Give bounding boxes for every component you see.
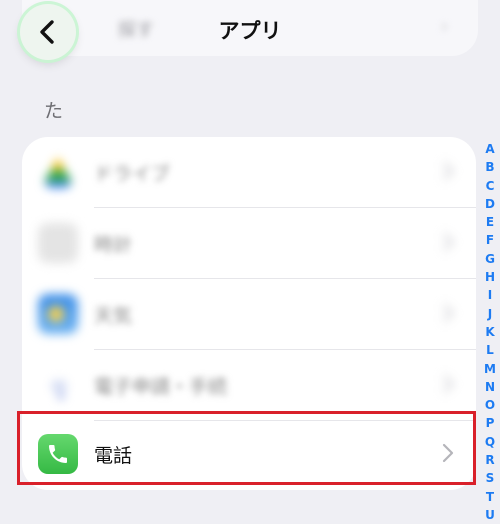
index-letter-a[interactable]: A [485,140,494,158]
index-letter-m[interactable]: M [484,360,496,378]
index-letter-k[interactable]: K [485,323,494,341]
chevron-right-icon [442,443,454,463]
list-item-drive[interactable]: ドライブ [22,137,476,207]
list-item-label: 時計 [94,234,133,256]
weather-icon [38,294,78,334]
index-letter-o[interactable]: O [485,396,495,414]
index-letter-s[interactable]: S [486,469,495,487]
list-item-label: 天気 [94,305,133,327]
drive-icon [38,152,78,192]
index-letter-b[interactable]: B [485,158,494,176]
chevron-right-icon [443,233,454,251]
index-letter-r[interactable]: R [485,451,494,469]
index-letter-i[interactable]: I [488,286,492,304]
list-item-weather[interactable]: 天気 [22,279,476,349]
page-title: アプリ [218,19,282,43]
index-letter-h[interactable]: H [485,268,495,286]
section-header: た [44,100,64,122]
index-letter-n[interactable]: N [485,378,495,396]
index-letter-t[interactable]: T [486,488,494,506]
phone-icon [38,434,78,474]
phone-handset-icon [49,445,67,463]
list-item-label: ドライブ [94,163,171,185]
list-item-label: 電話 [94,445,133,467]
index-letter-c[interactable]: C [486,177,495,195]
index-letter-l[interactable]: L [486,341,494,359]
index-letter-g[interactable]: G [485,250,495,268]
index-letter-q[interactable]: Q [485,433,495,451]
index-letter-d[interactable]: D [485,195,495,213]
section-index-bar[interactable]: A B C D E F G H I J K L M N O P Q R S T … [480,140,500,524]
index-letter-j[interactable]: J [488,305,492,323]
clock-icon [38,223,78,263]
list-item-form[interactable]: 電子申請・手続 [22,350,476,420]
chevron-right-icon [443,375,454,393]
form-icon [38,365,78,405]
app-list: ドライブ 時計 天気 電子申請・手続 電話 [22,137,476,490]
list-item-phone[interactable]: 電話 [22,419,476,489]
index-letter-e[interactable]: E [486,213,494,231]
index-letter-u[interactable]: U [485,506,495,524]
list-item-clock[interactable]: 時計 [22,208,476,278]
index-letter-p[interactable]: P [486,414,495,432]
chevron-right-icon [443,304,454,322]
index-letter-f[interactable]: F [486,231,494,249]
list-item-label: 電子申請・手続 [94,376,228,398]
chevron-right-icon [443,162,454,180]
